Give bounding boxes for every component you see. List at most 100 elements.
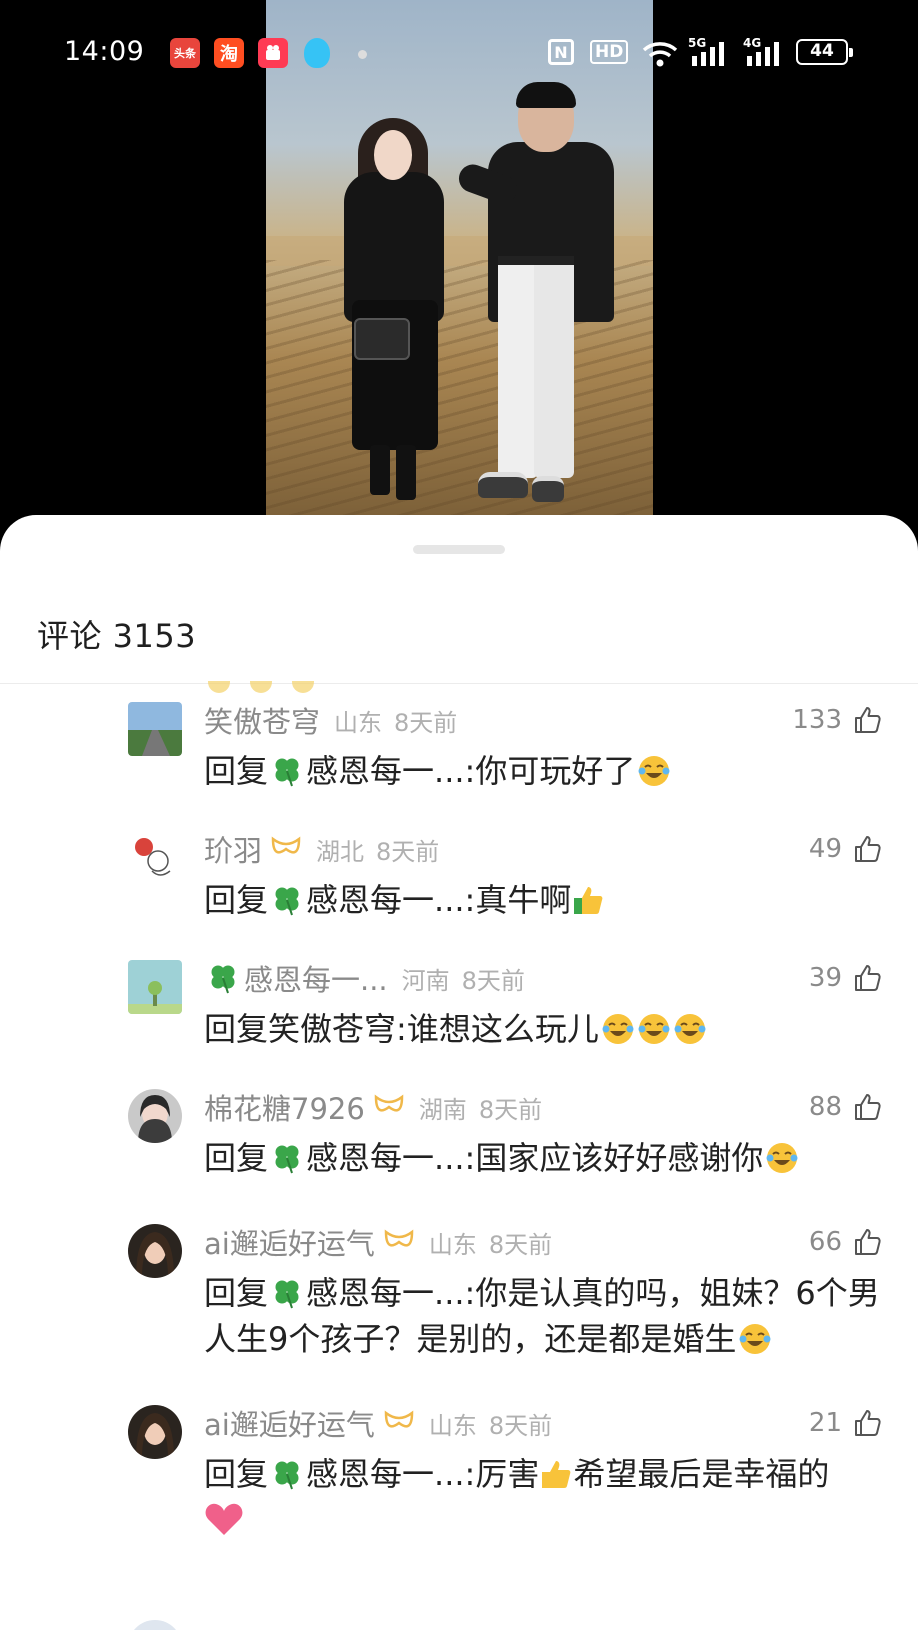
comment-username[interactable]: 玠羽 (204, 828, 262, 870)
comment-region: 湖南 (418, 1095, 467, 1124)
four-leaf-clover-icon (275, 758, 299, 787)
woman-portrait-avatar[interactable] (128, 1089, 182, 1143)
thumbs-up-emoji-icon (574, 887, 603, 914)
wifi-icon (640, 38, 680, 72)
four-leaf-clover-icon (275, 887, 299, 916)
reply-target[interactable]: 感恩每一... (306, 1274, 465, 1312)
comment-time: 8天前 (478, 1095, 543, 1124)
comment-region: 山东 (428, 1230, 477, 1259)
comment-region: 河南 (401, 966, 450, 995)
comment-content: :国家应该好好感谢你 (464, 1139, 764, 1177)
comment-likes[interactable]: 66 (809, 1222, 882, 1262)
fan-badge-icon (271, 836, 301, 854)
signal-5g-icon: 5G (688, 34, 736, 74)
comment-body: 回复 感恩每一...:你可玩好了 (204, 748, 884, 794)
man-figure-sneaker (478, 472, 528, 498)
reply-prefix: 回复 (204, 752, 269, 790)
comment-time: 8天前 (376, 837, 440, 866)
svg-text:5G: 5G (688, 36, 706, 50)
woman-figure-face (374, 130, 412, 180)
thumbs-up-icon[interactable] (852, 834, 882, 864)
woman-figure-handbag (354, 318, 410, 360)
man-figure-hair (516, 82, 576, 108)
woman-portrait-avatar-2[interactable] (128, 1224, 182, 1278)
comment-likes[interactable]: 88 (809, 1087, 882, 1127)
thumbs-up-icon[interactable] (852, 963, 882, 993)
comments-title: 评论 3153 (37, 617, 197, 655)
reply-prefix: 回复 (204, 1139, 269, 1177)
four-leaf-clover-icon (275, 1280, 299, 1309)
comment-time: 8天前 (488, 1411, 553, 1440)
man-figure-sneaker (532, 476, 564, 502)
laugh-cry-emoji-icon (766, 1143, 798, 1173)
comment-content: :真牛啊 (464, 881, 572, 919)
like-count: 39 (808, 963, 842, 993)
reply-target[interactable]: 笑傲苍穹 (268, 1010, 396, 1048)
comment-content: :你可玩好了 (464, 752, 636, 790)
reply-target[interactable]: 感恩每一... (306, 752, 465, 790)
reply-target[interactable]: 感恩每一... (306, 881, 465, 919)
next-comment-avatar-peek (128, 1620, 182, 1630)
woman-figure-boot (396, 445, 416, 500)
comment-content: :谁想这么玩儿 (396, 1010, 599, 1048)
comment-username[interactable]: 感恩每一... (244, 957, 388, 999)
comments-sheet[interactable]: 评论 3153 笑傲苍穹 山东 8天前 133 回复 感恩每一...:你可玩好了 … (0, 515, 918, 1630)
status-time: 14:09 (64, 36, 145, 67)
laugh-cry-emoji-icon (638, 756, 670, 786)
cartoon-avatar[interactable] (128, 831, 182, 885)
thumbs-up-icon[interactable] (852, 1408, 882, 1438)
landscape-road-avatar[interactable] (128, 702, 182, 756)
battery-icon: 44 (796, 39, 853, 65)
comment-time: 8天前 (488, 1230, 553, 1259)
reply-prefix: 回复 (204, 1274, 269, 1312)
heart-emoji-icon (205, 1503, 243, 1535)
fan-badge-icon (374, 1094, 404, 1112)
comment-meta: 棉花糖7926 湖南 8天前 (204, 1087, 542, 1127)
laugh-cry-emoji-icon (638, 1014, 670, 1044)
tree-sky-avatar[interactable] (128, 960, 182, 1014)
thumbs-up-icon[interactable] (852, 1092, 882, 1122)
fan-badge-icon (384, 1410, 414, 1428)
toutiao-app-icon: 头条 (170, 38, 200, 68)
comment-username[interactable]: ai邂逅好运气 (204, 1221, 375, 1263)
comment-likes[interactable]: 49 (809, 829, 882, 869)
like-count: 21 (808, 1408, 842, 1438)
reply-target[interactable]: 感恩每一... (306, 1455, 465, 1493)
svg-text:4G: 4G (743, 36, 761, 50)
comment-body: 回复笑傲苍穹:谁想这么玩儿 (204, 1006, 884, 1052)
comment-meta: ai邂逅好运气 山东 8天前 (204, 1403, 552, 1443)
laugh-cry-emoji-icon (602, 1014, 634, 1044)
reply-prefix: 回复 (204, 1455, 269, 1493)
comment-likes[interactable]: 39 (809, 958, 882, 998)
thumbs-up-emoji-icon (542, 1461, 571, 1488)
more-notifications-dot-icon (358, 50, 367, 59)
comment-meta: ai邂逅好运气 山东 8天前 (204, 1222, 552, 1262)
thumbs-up-icon[interactable] (852, 1227, 882, 1257)
comment-likes[interactable]: 21 (809, 1403, 882, 1443)
signal-4g-icon: 4G (743, 34, 791, 74)
hd-voice-icon: HD (590, 40, 629, 64)
comment-meta: 感恩每一... 河南 8天前 (204, 958, 525, 998)
comment-username[interactable]: 笑傲苍穹 (204, 699, 320, 741)
like-count: 133 (792, 705, 842, 735)
comment-time: 8天前 (461, 966, 525, 995)
reply-target[interactable]: 感恩每一... (306, 1139, 465, 1177)
reply-prefix: 回复 (204, 881, 269, 919)
partially-scrolled-emoji-row (208, 681, 314, 693)
woman-portrait-avatar-2[interactable] (128, 1405, 182, 1459)
fan-badge-icon (384, 1229, 414, 1247)
qq-app-icon (304, 38, 330, 68)
comment-username[interactable]: 棉花糖7926 (204, 1086, 365, 1128)
kuaishou-app-icon (258, 38, 288, 68)
comment-likes[interactable]: 133 (792, 700, 882, 740)
divider (0, 683, 918, 684)
like-count: 49 (808, 834, 842, 864)
thumbs-up-icon[interactable] (852, 705, 882, 735)
reply-prefix: 回复 (204, 1010, 269, 1048)
man-figure-belt (498, 256, 574, 265)
nfc-icon: N (548, 39, 574, 65)
comment-username[interactable]: ai邂逅好运气 (204, 1402, 375, 1444)
sheet-drag-handle[interactable] (413, 545, 505, 554)
comment-body: 回复 感恩每一...:国家应该好好感谢你 (204, 1135, 884, 1181)
man-figure-pants (534, 258, 574, 478)
